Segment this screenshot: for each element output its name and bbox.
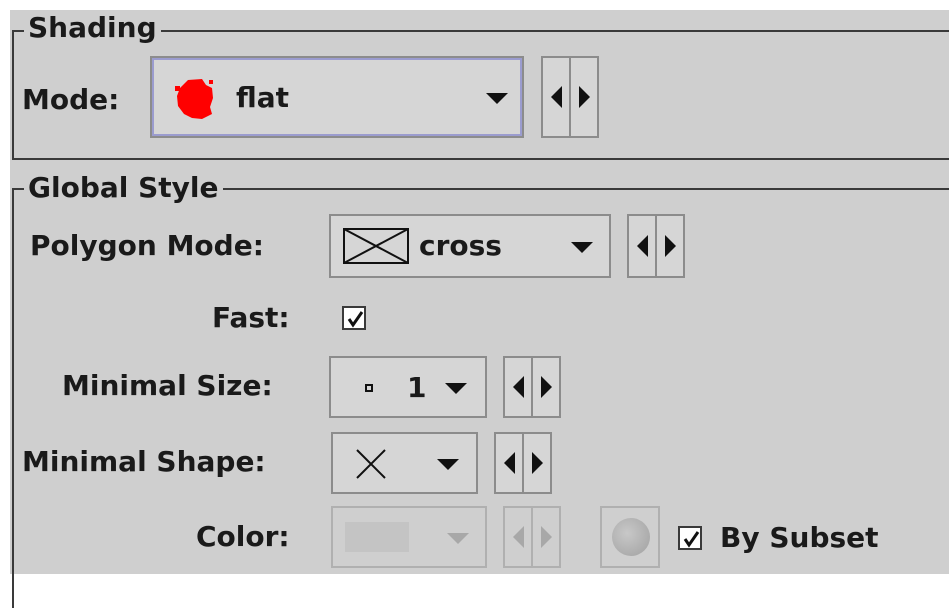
- polygon-mode-value: cross: [419, 229, 502, 262]
- color-select[interactable]: [331, 506, 487, 568]
- arrow-right-icon: [540, 376, 552, 398]
- polygon-mode-stepper[interactable]: [627, 214, 685, 278]
- minimal-shape-label: Minimal Shape:: [22, 445, 266, 478]
- x-shape-icon: [355, 448, 387, 487]
- minimal-size-stepper[interactable]: [503, 356, 561, 418]
- arrow-left-icon: [636, 235, 648, 257]
- minimal-shape-next-button[interactable]: [524, 432, 552, 494]
- arrow-left-icon: [512, 376, 524, 398]
- minimal-shape-stepper[interactable]: [494, 432, 552, 494]
- arrow-left-icon: [550, 86, 562, 108]
- shading-legend: Shading: [24, 12, 161, 44]
- arrow-right-icon: [540, 526, 552, 548]
- minimal-size-select[interactable]: 1: [329, 356, 487, 418]
- arrow-left-icon: [512, 526, 524, 548]
- chevron-down-icon: [571, 242, 593, 253]
- mode-select[interactable]: flat: [150, 56, 524, 138]
- color-label: Color:: [196, 520, 290, 553]
- mode-label: Mode:: [22, 83, 120, 116]
- minimal-shape-prev-button[interactable]: [494, 432, 524, 494]
- fast-checkbox[interactable]: [342, 306, 366, 330]
- window-edge-top: [0, 0, 949, 10]
- color-next-button[interactable]: [533, 506, 561, 568]
- chevron-down-icon: [445, 383, 467, 394]
- mode-next-button[interactable]: [571, 56, 599, 138]
- window-edge-left: [0, 0, 10, 574]
- global-style-legend: Global Style: [24, 172, 223, 204]
- polygon-mode-select[interactable]: cross: [329, 214, 611, 278]
- crossed-box-icon: [343, 228, 409, 271]
- chevron-down-icon: [486, 93, 508, 104]
- polygon-mode-next-button[interactable]: [657, 214, 685, 278]
- minimal-size-label: Minimal Size:: [62, 369, 273, 402]
- color-chooser-button[interactable]: [600, 506, 660, 568]
- dot-icon: [365, 384, 373, 392]
- fast-label: Fast:: [212, 301, 290, 334]
- chevron-down-icon: [447, 533, 469, 544]
- arrow-right-icon: [664, 235, 676, 257]
- polygon-mode-prev-button[interactable]: [627, 214, 657, 278]
- minimal-shape-select[interactable]: [331, 432, 478, 494]
- chevron-down-icon: [437, 459, 459, 470]
- color-stepper[interactable]: [503, 506, 561, 568]
- minimal-size-value: 1: [407, 371, 427, 404]
- by-subset-label: By Subset: [720, 521, 879, 554]
- arrow-left-icon: [503, 452, 515, 474]
- color-swatch: [345, 522, 409, 552]
- mode-prev-button[interactable]: [541, 56, 571, 138]
- minimal-size-prev-button[interactable]: [503, 356, 533, 418]
- plot-style-panel: Shading Mode: flat Global Style Polygon …: [0, 0, 949, 608]
- red-blob-icon: [172, 76, 218, 129]
- mode-value: flat: [236, 81, 290, 114]
- minimal-size-next-button[interactable]: [533, 356, 561, 418]
- arrow-right-icon: [578, 86, 590, 108]
- mode-stepper[interactable]: [541, 56, 599, 138]
- by-subset-checkbox[interactable]: [678, 526, 702, 550]
- polygon-mode-label: Polygon Mode:: [30, 229, 264, 262]
- checkmark-icon: [347, 311, 364, 328]
- color-prev-button[interactable]: [503, 506, 533, 568]
- color-wheel-icon: [612, 518, 650, 556]
- checkmark-icon: [683, 531, 700, 548]
- arrow-right-icon: [531, 452, 543, 474]
